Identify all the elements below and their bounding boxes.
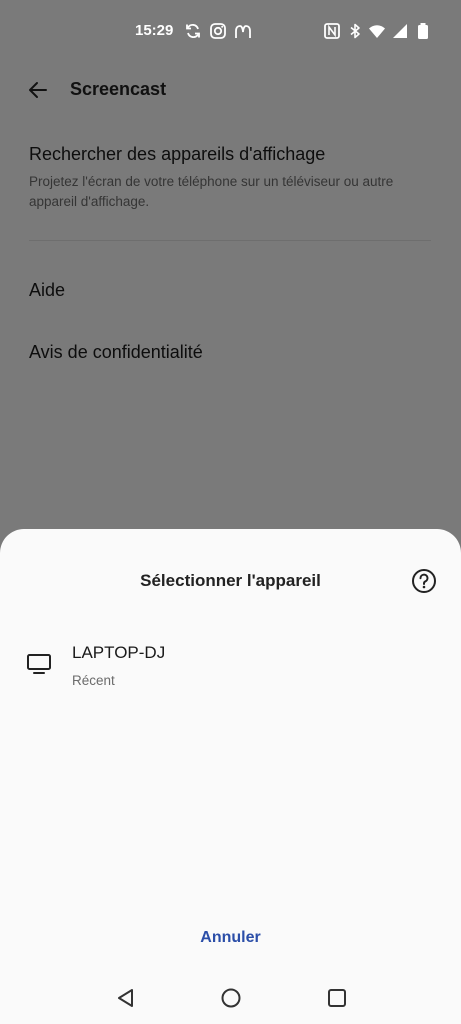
nfc-icon [323, 22, 341, 40]
sync-icon [184, 22, 202, 40]
device-list-item[interactable]: LAPTOP-DJ Récent [0, 637, 461, 697]
status-bar: 15:29 [0, 20, 461, 42]
help-icon[interactable] [411, 568, 437, 594]
select-device-sheet: Sélectionner l'appareil LAPTOP-DJ Récent… [0, 529, 461, 1024]
home-nav-icon[interactable] [219, 986, 243, 1010]
bluetooth-icon [346, 22, 364, 40]
wifi-icon [368, 22, 386, 40]
status-time: 15:29 [135, 22, 174, 39]
sheet-title: Sélectionner l'appareil [140, 571, 321, 590]
signal-icon [391, 22, 409, 40]
back-nav-icon[interactable] [114, 986, 138, 1010]
mcdonalds-icon [234, 22, 252, 40]
device-name: LAPTOP-DJ [72, 643, 166, 662]
cancel-button[interactable]: Annuler [180, 929, 281, 949]
battery-icon [414, 22, 432, 40]
monitor-icon [26, 652, 52, 676]
device-status: Récent [72, 673, 115, 688]
recents-nav-icon[interactable] [325, 986, 349, 1010]
instagram-icon [209, 22, 227, 40]
navigation-bar [0, 980, 461, 1016]
